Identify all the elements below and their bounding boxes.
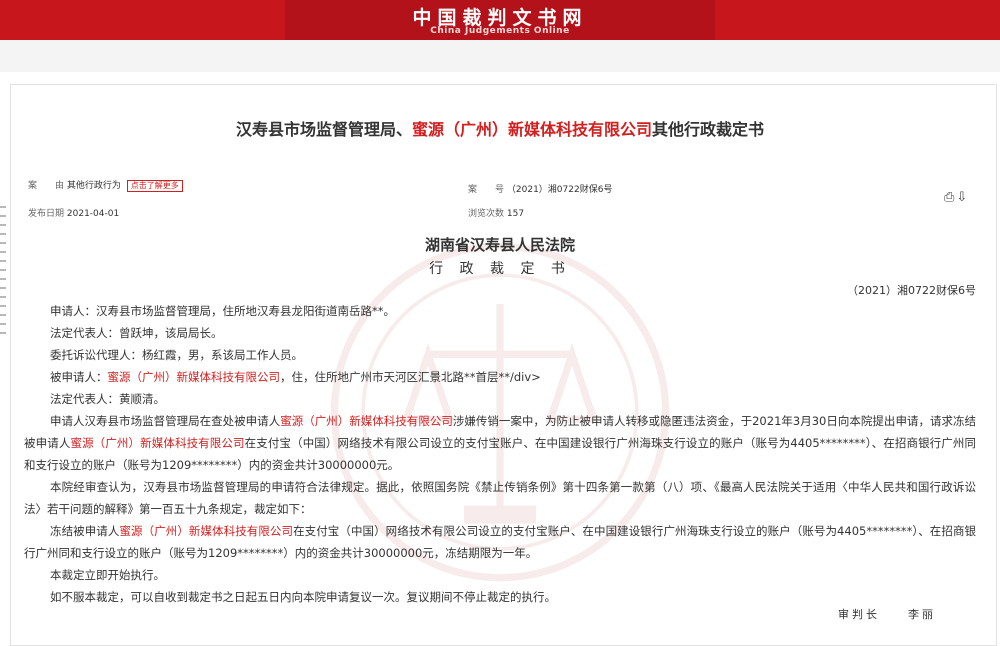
publish-date-value: 2021-04-01 (66, 209, 120, 219)
case-cause: 案 由 其他行政行为 点击了解更多 (28, 178, 183, 192)
publish-date: 发布日期 2021-04-01 (28, 206, 119, 219)
case-number-meta: 案 号 （2021）湘0722财保6号 (468, 182, 612, 195)
document-paragraph: 申请人：汉寿县市场监督管理局，住所地汉寿县龙阳街道南岳路**。 (24, 300, 976, 322)
text-run: 如不服本裁定，可以自收到裁定书之日起五日内向本院申请复议一次。复议期间不停止裁定… (50, 590, 556, 604)
case-number-value: （2021）湘0722财保6号 (506, 185, 613, 195)
learn-more-link[interactable]: 点击了解更多 (126, 180, 183, 192)
print-icon[interactable]: ⎙ (944, 190, 956, 205)
text-run: 本裁定立即开始执行。 (50, 568, 165, 582)
download-icon[interactable]: ⇩ (956, 190, 969, 205)
party-name-highlight[interactable]: 蜜源（广州）新媒体科技有限公司 (108, 370, 281, 384)
document-paragraph: 本院经审查认为，汉寿县市场监督管理局的申请符合法律规定。据此，依照国务院《禁止传… (24, 476, 976, 520)
case-cause-value: 其他行政行为 (66, 181, 121, 191)
signature: 审判长 李丽 (838, 608, 936, 621)
text-run: 申请人汉寿县市场监督管理局在查处被申请人 (50, 414, 281, 428)
case-cause-label: 案 由 (28, 181, 65, 191)
document-tools: ⎙⇩ (944, 190, 969, 205)
publish-date-label: 发布日期 (28, 209, 65, 219)
party-name-highlight[interactable]: 蜜源（广州）新媒体科技有限公司 (280, 414, 453, 428)
document-paragraph: 被申请人：蜜源（广州）新媒体科技有限公司，住，住所地广州市天河区汇景北路**首层… (24, 366, 976, 388)
text-run: 本院经审查认为，汉寿县市场监督管理局的申请符合法律规定。据此，依照国务院《禁止传… (24, 480, 976, 516)
view-count: 浏览次数 157 (468, 206, 524, 219)
nav-strip (0, 40, 1000, 72)
text-run: 法定代表人：黄顺清。 (50, 392, 165, 406)
view-count-value: 157 (506, 209, 525, 219)
site-header: 中国裁判文书网 China Judgements Online (0, 0, 1000, 40)
document-paragraph: 如不服本裁定，可以自收到裁定书之日起五日内向本院申请复议一次。复议期间不停止裁定… (24, 586, 976, 608)
document-title: 汉寿县市场监督管理局、蜜源（广州）新媒体科技有限公司其他行政裁定书 (0, 116, 1000, 140)
text-run: 法定代表人：曾跃坤，该局局长。 (50, 326, 223, 340)
text-run: 汉寿县市场监督管理局、 (235, 120, 412, 139)
text-run: 冻结被申请人 (50, 524, 120, 538)
site-header-center: 中国裁判文书网 China Judgements Online (285, 0, 715, 40)
text-run: 其他行政裁定书 (652, 120, 765, 139)
case-number: （2021）湘0722财保6号 (847, 284, 976, 297)
text-run: 申请人：汉寿县市场监督管理局，住所地汉寿县龙阳街道南岳路**。 (50, 304, 395, 318)
court-name: 湖南省汉寿县人民法院 (424, 236, 575, 254)
text-run: 委托诉讼代理人：杨红霞，男，系该局工作人员。 (50, 348, 303, 362)
document-paragraph: 冻结被申请人蜜源（广州）新媒体科技有限公司在支付宝（中国）网络技术有限公司设立的… (24, 520, 976, 564)
document-type: 行 政 裁 定 书 (429, 261, 571, 277)
text-run: 被申请人： (50, 370, 108, 384)
document-paragraph: 委托诉讼代理人：杨红霞，男，系该局工作人员。 (24, 344, 976, 366)
view-count-label: 浏览次数 (468, 209, 505, 219)
document-paragraph: 法定代表人：曾跃坤，该局局长。 (24, 322, 976, 344)
case-number-label: 案 号 (468, 185, 505, 195)
document-paragraph: 本裁定立即开始执行。 (24, 564, 976, 586)
party-name-highlight[interactable]: 蜜源（广州）新媒体科技有限公司 (412, 120, 652, 139)
party-name-highlight[interactable]: 蜜源（广州）新媒体科技有限公司 (119, 524, 293, 538)
document-body: 申请人：汉寿县市场监督管理局，住所地汉寿县龙阳街道南岳路**。 法定代表人：曾跃坤… (24, 300, 976, 608)
site-subtitle: China Judgements Online (430, 26, 570, 36)
text-run: ，住，住所地广州市天河区汇景北路**首层**/div> (280, 370, 541, 384)
document-paragraph: 申请人汉寿县市场监督管理局在查处被申请人蜜源（广州）新媒体科技有限公司涉嫌传销一… (24, 410, 976, 476)
document-paragraph: 法定代表人：黄顺清。 (24, 388, 976, 410)
party-name-highlight[interactable]: 蜜源（广州）新媒体科技有限公司 (70, 436, 244, 450)
